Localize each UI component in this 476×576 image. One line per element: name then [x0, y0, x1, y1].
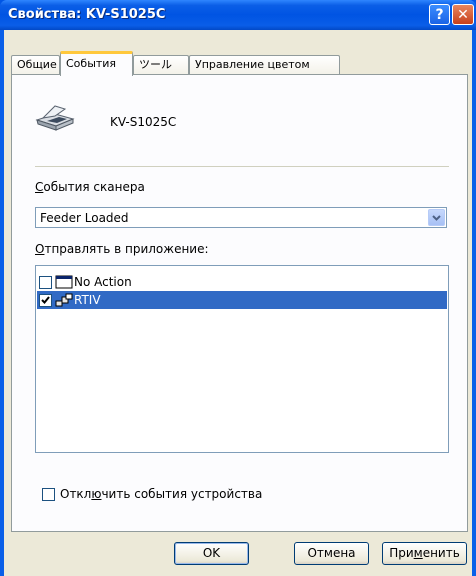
scanner-events-value: Feeder Loaded	[40, 211, 129, 225]
help-icon: ?	[435, 6, 444, 23]
list-item-no-action[interactable]: No Action	[37, 273, 447, 291]
cancel-button[interactable]: Отмена	[294, 542, 369, 565]
checkbox-rtiv[interactable]	[39, 293, 52, 307]
app-icon	[55, 293, 73, 307]
close-icon: ✕	[457, 6, 469, 23]
help-button[interactable]: ?	[429, 4, 450, 25]
separator	[35, 166, 449, 167]
scanner-events-dropdown[interactable]: Feeder Loaded	[35, 207, 447, 228]
send-to-app-label: Отправлять в приложение:	[35, 242, 209, 256]
tab-general[interactable]: Общие	[11, 55, 60, 75]
device-name: KV-S1025C	[110, 115, 177, 129]
properties-window: Свойства: KV-S1025C ? ✕ Общие События ツー…	[0, 0, 476, 576]
title-bar[interactable]: Свойства: KV-S1025C ? ✕	[0, 0, 476, 30]
window-icon	[55, 275, 73, 289]
tab-events[interactable]: События	[60, 51, 133, 76]
checkbox-no-action[interactable]	[39, 275, 52, 289]
list-item-rtiv[interactable]: RTIV	[37, 291, 447, 309]
disable-events-checkbox[interactable]	[42, 487, 55, 501]
dropdown-button[interactable]	[428, 209, 445, 226]
tab-color-management[interactable]: Управление цветом	[189, 55, 340, 75]
disable-events-label: Отключить события устройства	[60, 487, 263, 501]
checkmark-icon	[41, 296, 50, 304]
tab-tools[interactable]: ツール	[133, 55, 189, 75]
scanner-icon	[35, 105, 75, 131]
tab-page-events: KV-S1025C События сканера Feeder Loaded …	[11, 74, 468, 532]
list-item-label: RTIV	[74, 293, 101, 307]
apply-button[interactable]: Применить	[382, 542, 467, 565]
application-list[interactable]: No Action RTIV	[35, 265, 449, 453]
scanner-events-label: События сканера	[35, 180, 145, 194]
close-button[interactable]: ✕	[452, 4, 474, 25]
dialog-client-area: Общие События ツール Управление цветом KV-S…	[4, 30, 472, 576]
window-title: Свойства: KV-S1025C	[8, 7, 166, 22]
disable-events-option[interactable]: Отключить события устройства	[42, 487, 262, 501]
ok-button[interactable]: OK	[174, 542, 249, 565]
list-item-label: No Action	[74, 275, 132, 289]
chevron-down-icon	[432, 214, 441, 221]
